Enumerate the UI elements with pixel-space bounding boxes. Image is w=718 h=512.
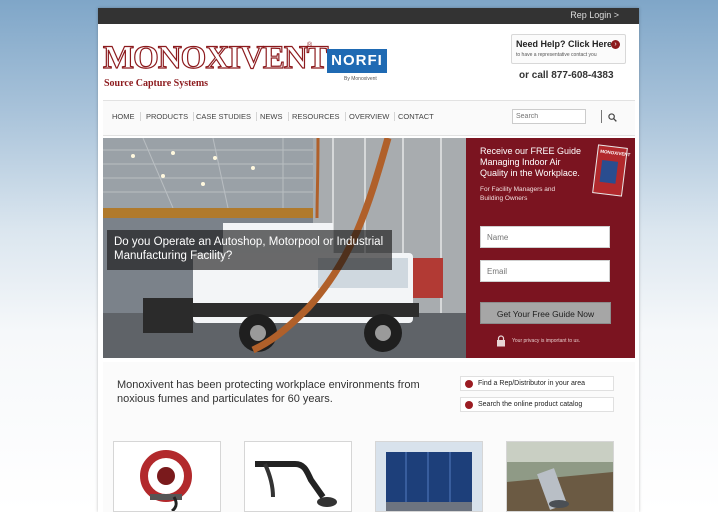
guide-title: Receive our FREE Guide Managing Indoor A…	[480, 146, 582, 178]
arrow-bullet-icon	[465, 401, 473, 409]
product-catalog-link-label: Search the online product catalog	[478, 401, 583, 408]
hero-caption-text: Do you Operate an Autoshop, Motorpool or…	[114, 236, 384, 262]
name-field[interactable]	[480, 226, 610, 248]
phone-number: or call 877-608-4383	[519, 70, 614, 81]
nav-contact[interactable]: CONTACT	[393, 112, 439, 121]
fume-extraction-arm-product[interactable]	[244, 441, 352, 512]
lock-icon	[497, 335, 505, 347]
help-subtitle: to have a representative contact you	[516, 52, 597, 58]
help-title: Need Help? Click Here	[516, 39, 613, 49]
norfi-logo[interactable]: NORFI	[327, 49, 387, 73]
help-box[interactable]: Need Help? Click Here › to have a repres…	[511, 34, 626, 64]
privacy-note: Your privacy is important to us.	[512, 338, 581, 344]
free-guide-form: Receive our FREE Guide Managing Indoor A…	[466, 138, 635, 358]
guide-cover-image: MONOXIVENT	[592, 144, 631, 197]
search-icon[interactable]	[608, 113, 617, 122]
top-bar: Rep Login >	[98, 8, 639, 24]
nav-products[interactable]: PRODUCTS	[141, 112, 195, 121]
search-divider	[601, 110, 602, 123]
arrow-right-circle-icon: ›	[611, 40, 620, 49]
monoxivent-logo[interactable]: MONOXIVENT	[102, 41, 329, 75]
guide-cover-title: MONOXIVENT	[599, 148, 631, 158]
dust-collector-product[interactable]	[375, 441, 483, 512]
underground-duct-image	[507, 442, 613, 511]
hero-banner: Do you Operate an Autoshop, Motorpool or…	[103, 138, 635, 358]
nav-resources[interactable]: RESOURCES	[287, 112, 346, 121]
find-rep-link-label: Find a Rep/Distributor in your area	[478, 380, 585, 387]
registered-mark: ®	[307, 42, 313, 49]
guide-subtitle: For Facility Managers and Building Owner…	[480, 186, 556, 202]
norfi-logo-text: NORFI	[331, 52, 383, 69]
main-nav: HOME PRODUCTS CASE STUDIES NEWS RESOURCE…	[103, 100, 635, 136]
intro-text: Monoxivent has been protecting workplace…	[117, 379, 420, 405]
search-input[interactable]	[512, 109, 586, 124]
logo-tagline: Source Capture Systems	[104, 78, 209, 89]
website-page: Rep Login > MONOXIVENT ® Source Capture …	[98, 8, 639, 512]
norfi-subtitle: By Monoxivent	[344, 76, 377, 82]
arrow-bullet-icon	[465, 380, 473, 388]
rep-login-link[interactable]: Rep Login >	[570, 10, 619, 20]
nav-home[interactable]: HOME	[107, 112, 141, 121]
nav-case-studies[interactable]: CASE STUDIES	[191, 112, 258, 121]
extraction-arm-image	[245, 442, 351, 511]
hero-caption: Do you Operate an Autoshop, Motorpool or…	[107, 230, 392, 270]
product-catalog-link[interactable]: Search the online product catalog	[460, 397, 614, 412]
find-rep-link[interactable]: Find a Rep/Distributor in your area	[460, 376, 614, 391]
content-section: Monoxivent has been protecting workplace…	[103, 362, 635, 512]
nav-overview[interactable]: OVERVIEW	[344, 112, 396, 121]
hose-reel-product[interactable]	[113, 441, 221, 512]
dust-collector-image	[376, 442, 482, 511]
nav-news[interactable]: NEWS	[255, 112, 289, 121]
underground-duct-product[interactable]	[506, 441, 614, 512]
hose-reel-image	[114, 442, 220, 511]
guide-cover-art	[599, 159, 619, 184]
get-guide-button[interactable]: Get Your Free Guide Now	[480, 302, 611, 324]
email-field[interactable]	[480, 260, 610, 282]
